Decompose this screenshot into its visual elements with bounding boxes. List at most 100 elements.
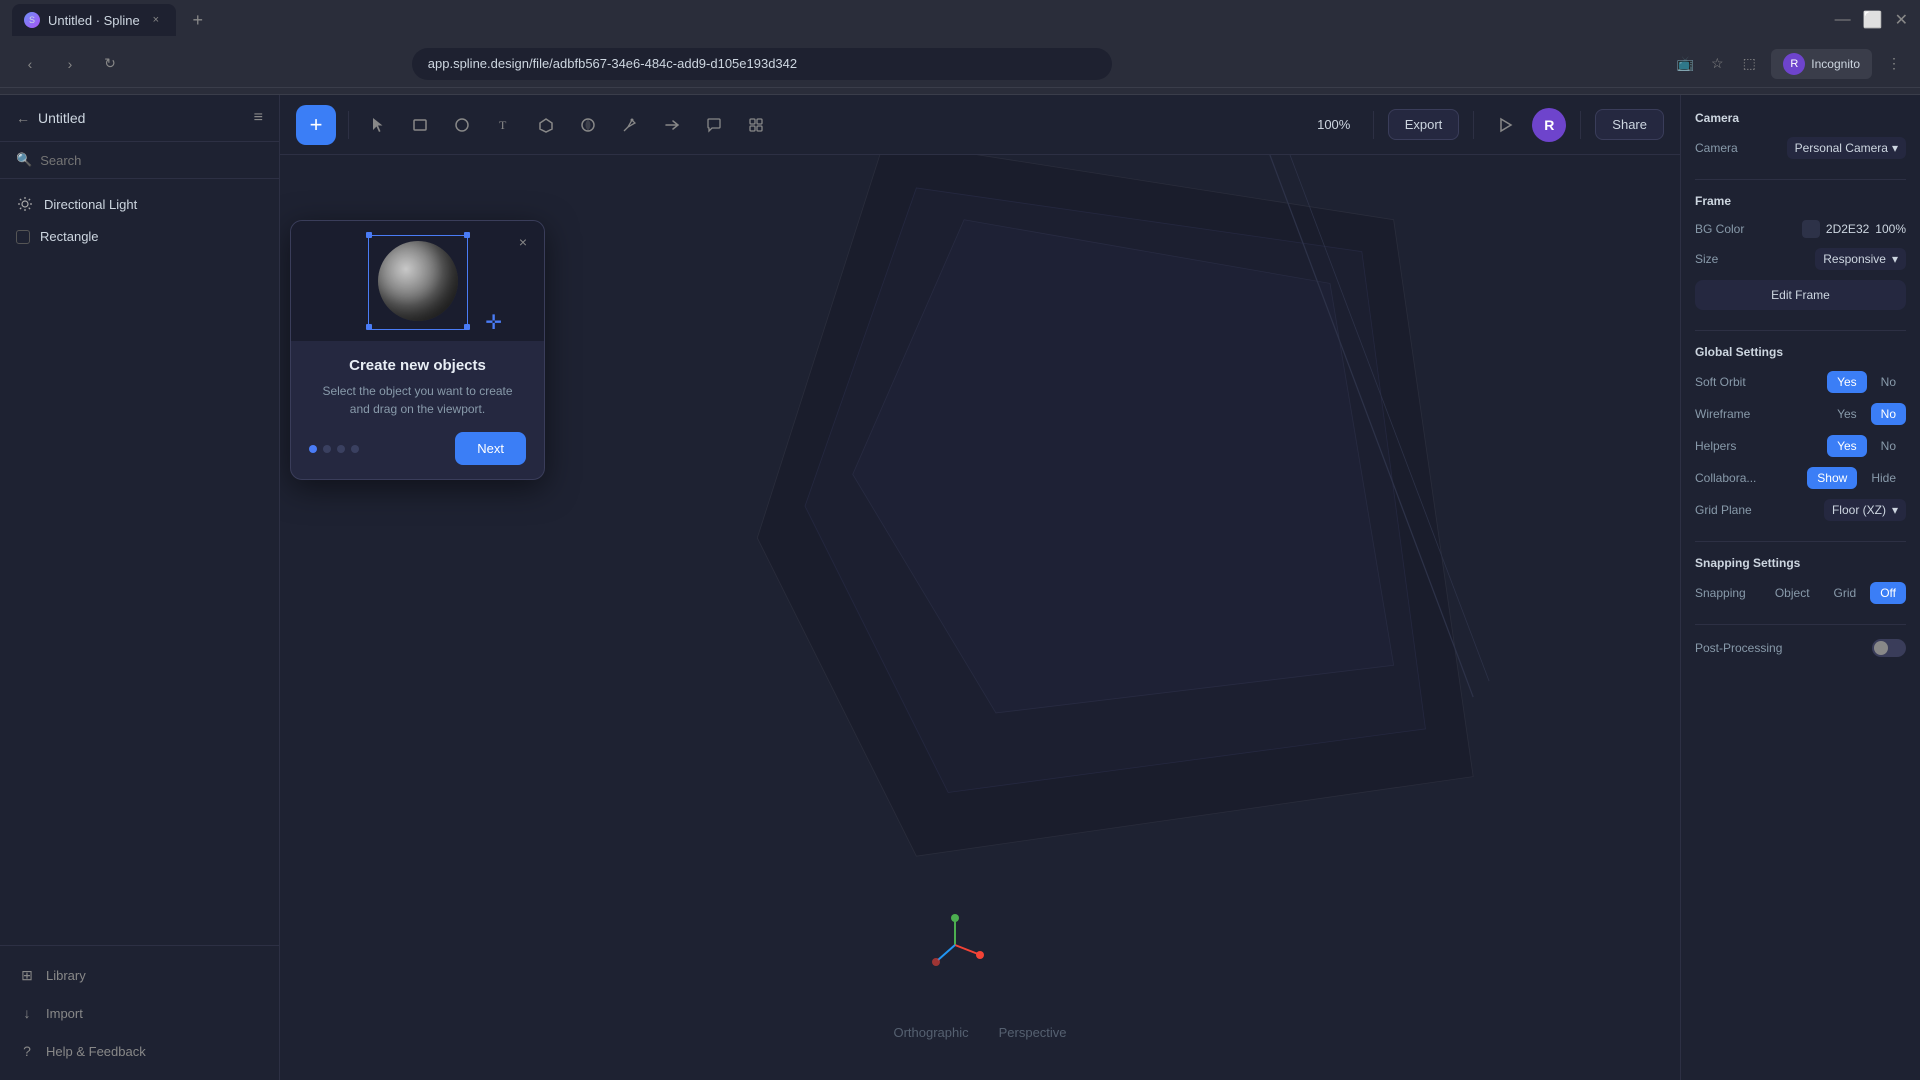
comment-tool-btn[interactable]: [697, 108, 731, 142]
bg-color-control[interactable]: 2D2E32 100%: [1802, 220, 1906, 238]
wireframe-label: Wireframe: [1695, 407, 1750, 421]
3d-tool-btn[interactable]: [529, 108, 563, 142]
sidebar-back-btn[interactable]: ←: [16, 110, 30, 126]
helpers-yes-btn[interactable]: Yes: [1827, 435, 1867, 457]
wireframe-yes-btn[interactable]: Yes: [1827, 403, 1867, 425]
select-tool-btn[interactable]: [361, 108, 395, 142]
incognito-avatar: R: [1783, 53, 1805, 75]
extension-icon[interactable]: ⬚: [1739, 54, 1759, 74]
grid-plane-select[interactable]: Floor (XZ) ▾: [1824, 499, 1906, 521]
help-btn[interactable]: ? Help & Feedback: [8, 1034, 271, 1068]
view-orthographic[interactable]: Orthographic: [893, 1025, 968, 1040]
cast-icon[interactable]: 📺: [1675, 54, 1695, 74]
forward-btn[interactable]: ›: [56, 50, 84, 78]
back-btn[interactable]: ‹: [16, 50, 44, 78]
tutorial-popup: × ✛ Create new objects: [290, 220, 545, 480]
zoom-display: 100%: [1309, 117, 1359, 132]
tutorial-close-btn[interactable]: ×: [512, 231, 534, 253]
collab-hide-btn[interactable]: Hide: [1861, 467, 1906, 489]
sidebar-title-text: Untitled: [38, 110, 85, 126]
bg-color-swatch[interactable]: [1802, 220, 1820, 238]
toolbar-right: 100% Export R Share: [1309, 108, 1664, 142]
search-input[interactable]: [40, 153, 263, 168]
main: + T: [280, 95, 1680, 1080]
sidebar-title-group: ← Untitled: [16, 110, 85, 126]
import-btn[interactable]: ↓ Import: [8, 996, 271, 1030]
frame-section: Frame BG Color 2D2E32 100% Size Responsi…: [1695, 194, 1906, 310]
popup-preview: ✛: [291, 221, 544, 341]
size-row: Size Responsive ▾: [1695, 248, 1906, 270]
library-icon: ⊞: [18, 966, 36, 984]
bg-color-opacity: 100%: [1875, 222, 1906, 236]
popup-sphere: [378, 241, 458, 321]
soft-orbit-toggle: Yes No: [1827, 371, 1906, 393]
camera-section-title: Camera: [1695, 111, 1906, 125]
library-btn[interactable]: ⊞ Library: [8, 958, 271, 992]
window-restore[interactable]: ⬜: [1863, 10, 1883, 30]
sidebar-menu-btn[interactable]: ≡: [254, 109, 263, 127]
play-btn[interactable]: [1488, 108, 1522, 142]
import-icon: ↓: [18, 1004, 36, 1022]
toolbar: + T: [280, 95, 1680, 155]
helpers-no-btn[interactable]: No: [1871, 435, 1906, 457]
toolbar-separator-2: [1373, 111, 1374, 139]
shape-tool-btn[interactable]: [571, 108, 605, 142]
refresh-btn[interactable]: ↻: [96, 50, 124, 78]
user-avatar[interactable]: R: [1532, 108, 1566, 142]
tab-close-btn[interactable]: ×: [148, 12, 164, 28]
tab-favicon: S: [24, 12, 40, 28]
size-select[interactable]: Responsive ▾: [1815, 248, 1906, 270]
viewport[interactable]: × ✛ Create new objects: [280, 155, 1680, 1080]
gizmo: [920, 910, 1000, 990]
snapping-section: Snapping Settings Snapping Object Grid O…: [1695, 556, 1906, 604]
toolbar-separator-3: [1473, 111, 1474, 139]
soft-orbit-no-btn[interactable]: No: [1871, 371, 1906, 393]
incognito-btn[interactable]: R Incognito: [1771, 49, 1872, 79]
soft-orbit-yes-btn[interactable]: Yes: [1827, 371, 1867, 393]
snapping-off-btn[interactable]: Off: [1870, 582, 1906, 604]
edit-frame-btn[interactable]: Edit Frame: [1695, 280, 1906, 310]
pen-tool-btn[interactable]: [613, 108, 647, 142]
add-object-btn[interactable]: +: [296, 105, 336, 145]
toggle-switch-knob: [1874, 641, 1888, 655]
collab-toggle: Show Hide: [1807, 467, 1906, 489]
rectangle-checkbox[interactable]: [16, 230, 30, 244]
popup-footer: Next: [309, 432, 526, 465]
rectangle-tool-btn[interactable]: [403, 108, 437, 142]
camera-select[interactable]: Personal Camera ▾: [1787, 137, 1906, 159]
share-btn[interactable]: Share: [1595, 109, 1664, 140]
address-bar[interactable]: app.spline.design/file/adbfb567-34e6-484…: [412, 48, 1112, 80]
collab-show-btn[interactable]: Show: [1807, 467, 1857, 489]
snapping-row: Snapping Object Grid Off: [1695, 582, 1906, 604]
wireframe-no-btn[interactable]: No: [1871, 403, 1906, 425]
browser-tab[interactable]: S Untitled · Spline ×: [12, 4, 176, 36]
post-processing-toggle[interactable]: [1872, 639, 1906, 657]
view-labels: Orthographic Perspective: [893, 1025, 1066, 1040]
window-close[interactable]: ✕: [1895, 10, 1908, 30]
arrow-tool-btn[interactable]: [655, 108, 689, 142]
export-btn[interactable]: Export: [1388, 109, 1460, 140]
circle-tool-btn[interactable]: [445, 108, 479, 142]
sidebar-header: ← Untitled ≡: [0, 95, 279, 142]
grid-plane-row: Grid Plane Floor (XZ) ▾: [1695, 499, 1906, 521]
helpers-toggle: Yes No: [1827, 435, 1906, 457]
helpers-label: Helpers: [1695, 439, 1736, 453]
toolbar-separator-4: [1580, 111, 1581, 139]
view-perspective[interactable]: Perspective: [999, 1025, 1067, 1040]
sidebar-item-directional-light[interactable]: Directional Light: [0, 187, 279, 221]
snapping-grid-btn[interactable]: Grid: [1824, 582, 1867, 604]
menu-icon[interactable]: ⋮: [1884, 54, 1904, 74]
dot-3: [337, 445, 345, 453]
popup-next-btn[interactable]: Next: [455, 432, 526, 465]
app: ← Untitled ≡ 🔍: [0, 95, 1920, 1080]
sidebar-item-rectangle[interactable]: Rectangle: [0, 221, 279, 252]
ui-tool-btn[interactable]: [739, 108, 773, 142]
snapping-toggle: Object Grid Off: [1765, 582, 1906, 604]
bg-color-row: BG Color 2D2E32 100%: [1695, 220, 1906, 238]
wireframe-row: Wireframe Yes No: [1695, 403, 1906, 425]
text-tool-btn[interactable]: T: [487, 108, 521, 142]
window-minimize[interactable]: —: [1835, 11, 1851, 29]
snapping-object-btn[interactable]: Object: [1765, 582, 1820, 604]
bookmark-icon[interactable]: ☆: [1707, 54, 1727, 74]
new-tab-btn[interactable]: +: [184, 6, 212, 34]
